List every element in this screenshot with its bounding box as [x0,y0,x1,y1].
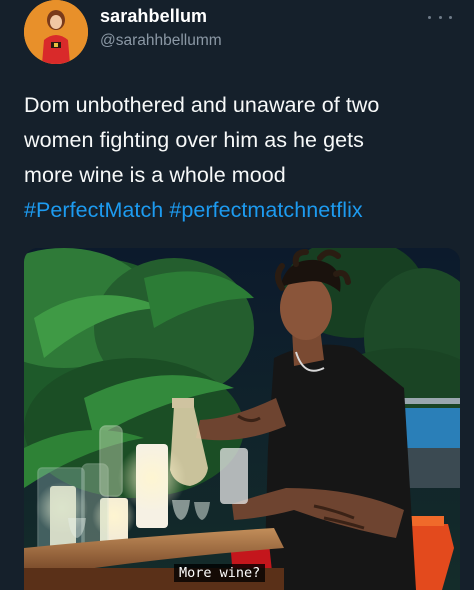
hashtag-link[interactable]: #PerfectMatch [24,198,163,222]
media-image[interactable]: More wine? [24,248,460,590]
video-caption: More wine? [174,564,266,582]
tweet-card: sarahbellum @sarahhbellumm Dom unbothere… [0,0,474,590]
dot [449,15,452,19]
dot [438,15,442,19]
tweet-text-line: women fighting over him as he gets [24,128,364,152]
tweet-text: Dom unbothered and unaware of two women … [24,88,464,228]
avatar-illustration-icon [24,0,88,64]
tweet-text-line: Dom unbothered and unaware of two [24,93,380,117]
hashtags-line: #PerfectMatch #perfectmatchnetflix [24,193,464,228]
author-handle[interactable]: @sarahhbellumm [100,32,222,50]
tweet-text-line: more wine is a whole mood [24,163,286,187]
author-display-name[interactable]: sarahbellum [100,6,207,27]
more-horizontal-icon[interactable] [428,10,452,24]
dot [428,15,431,19]
hashtag-link[interactable]: #perfectmatchnetflix [169,198,362,222]
media-photo [24,248,460,590]
avatar[interactable] [24,0,88,64]
